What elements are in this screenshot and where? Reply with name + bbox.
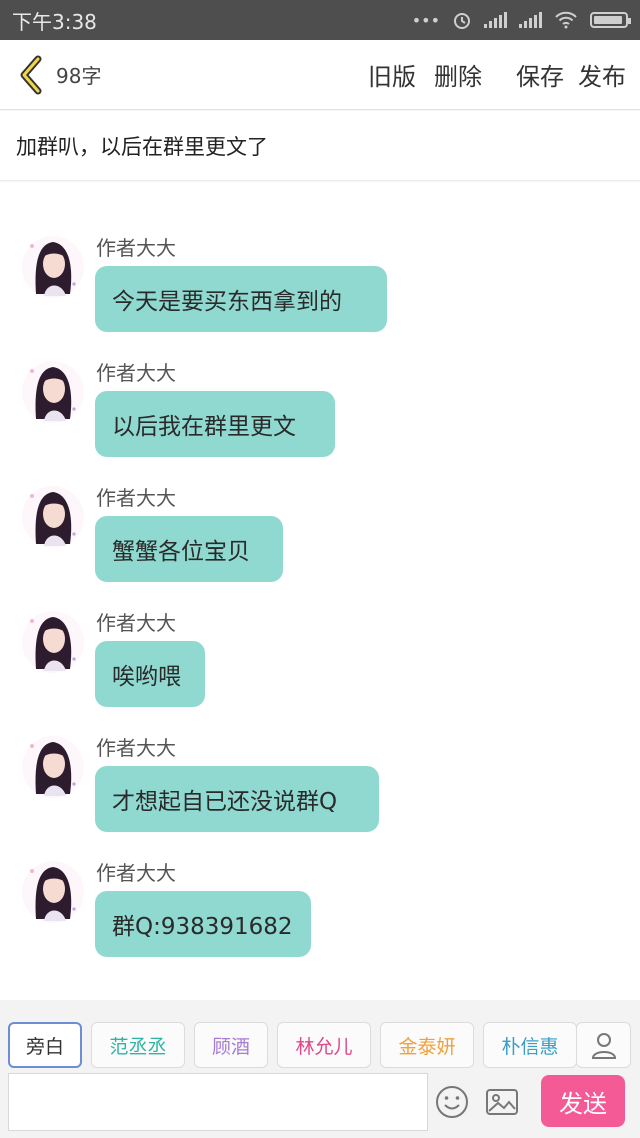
sender-name: 作者大大 xyxy=(96,486,176,510)
message-bubble[interactable]: 今天是要买东西拿到的 xyxy=(95,266,387,332)
role-chip[interactable]: 林允儿 xyxy=(277,1022,371,1068)
avatar-image xyxy=(22,361,84,423)
more-dots-icon: ••• xyxy=(411,10,440,30)
sender-name: 作者大大 xyxy=(96,236,176,260)
message-bubble[interactable]: 唉哟喂 xyxy=(95,641,205,707)
avatar[interactable] xyxy=(22,484,84,550)
save-button[interactable]: 保存 xyxy=(516,57,564,92)
message-bubble[interactable]: 蟹蟹各位宝贝 xyxy=(95,516,283,582)
avatar-image xyxy=(22,736,84,798)
avatar[interactable] xyxy=(22,609,84,675)
composer-panel: 旁白 范丞丞 顾酒 林允儿 金泰妍 朴信惠 发送 xyxy=(0,1000,640,1138)
status-bar: 下午3:38 ••• xyxy=(0,0,640,40)
role-selector: 旁白 范丞丞 顾酒 林允儿 金泰妍 朴信惠 xyxy=(8,1022,577,1068)
sender-name: 作者大大 xyxy=(96,861,176,885)
delete-button[interactable]: 删除 xyxy=(434,57,482,92)
alarm-icon xyxy=(454,13,470,29)
signal-icon xyxy=(484,12,507,28)
role-chip[interactable]: 范丞丞 xyxy=(91,1022,185,1068)
wifi-icon xyxy=(555,11,577,29)
battery-icon xyxy=(590,12,631,28)
sender-name: 作者大大 xyxy=(96,361,176,385)
editor-toolbar: 98字 旧版 删除 保存 发布 xyxy=(0,40,640,110)
sender-name: 作者大大 xyxy=(96,736,176,760)
chat-area[interactable]: 作者大大因为是不是我妈的手机作者大大今天是要买东西拿到的作者大大以后我在群里更文… xyxy=(0,182,640,1000)
user-icon xyxy=(591,1033,616,1059)
message-bubble[interactable]: 群Q:938391682 xyxy=(95,891,311,957)
add-role-button[interactable] xyxy=(576,1022,631,1068)
avatar-image xyxy=(22,861,84,923)
publish-button[interactable]: 发布 xyxy=(578,57,626,92)
emoji-button[interactable] xyxy=(434,1084,470,1120)
signal-icon-2 xyxy=(519,12,542,28)
avatar[interactable] xyxy=(22,359,84,425)
role-chip[interactable]: 旁白 xyxy=(8,1022,82,1068)
back-chevron-icon xyxy=(20,55,42,94)
word-count: 98字 xyxy=(56,64,102,88)
back-button[interactable] xyxy=(8,40,54,110)
avatar[interactable] xyxy=(22,734,84,800)
sender-name: 作者大大 xyxy=(96,611,176,635)
avatar-image xyxy=(22,486,84,548)
image-icon xyxy=(486,1089,518,1115)
avatar-image xyxy=(22,236,84,298)
status-time: 下午3:38 xyxy=(12,9,97,34)
notice-text: 加群叭，以后在群里更文了 xyxy=(16,134,268,159)
message-bubble[interactable]: 才想起自已还没说群Q xyxy=(95,766,379,832)
send-button[interactable]: 发送 xyxy=(541,1075,625,1127)
status-icons: ••• xyxy=(411,10,631,30)
message-input[interactable] xyxy=(8,1073,428,1131)
toolbar-actions: 旧版 删除 保存 发布 xyxy=(368,57,626,92)
message-bubble[interactable]: 以后我在群里更文 xyxy=(95,391,335,457)
emoji-icon xyxy=(436,1086,468,1118)
avatar-image xyxy=(22,611,84,673)
chapter-notice[interactable]: 加群叭，以后在群里更文了 xyxy=(0,111,640,181)
avatar[interactable] xyxy=(22,234,84,300)
image-button[interactable] xyxy=(484,1084,520,1120)
avatar[interactable] xyxy=(22,859,84,925)
role-chip[interactable]: 顾酒 xyxy=(194,1022,268,1068)
role-chip[interactable]: 金泰妍 xyxy=(380,1022,474,1068)
old-version-button[interactable]: 旧版 xyxy=(368,57,416,92)
role-chip[interactable]: 朴信惠 xyxy=(483,1022,577,1068)
